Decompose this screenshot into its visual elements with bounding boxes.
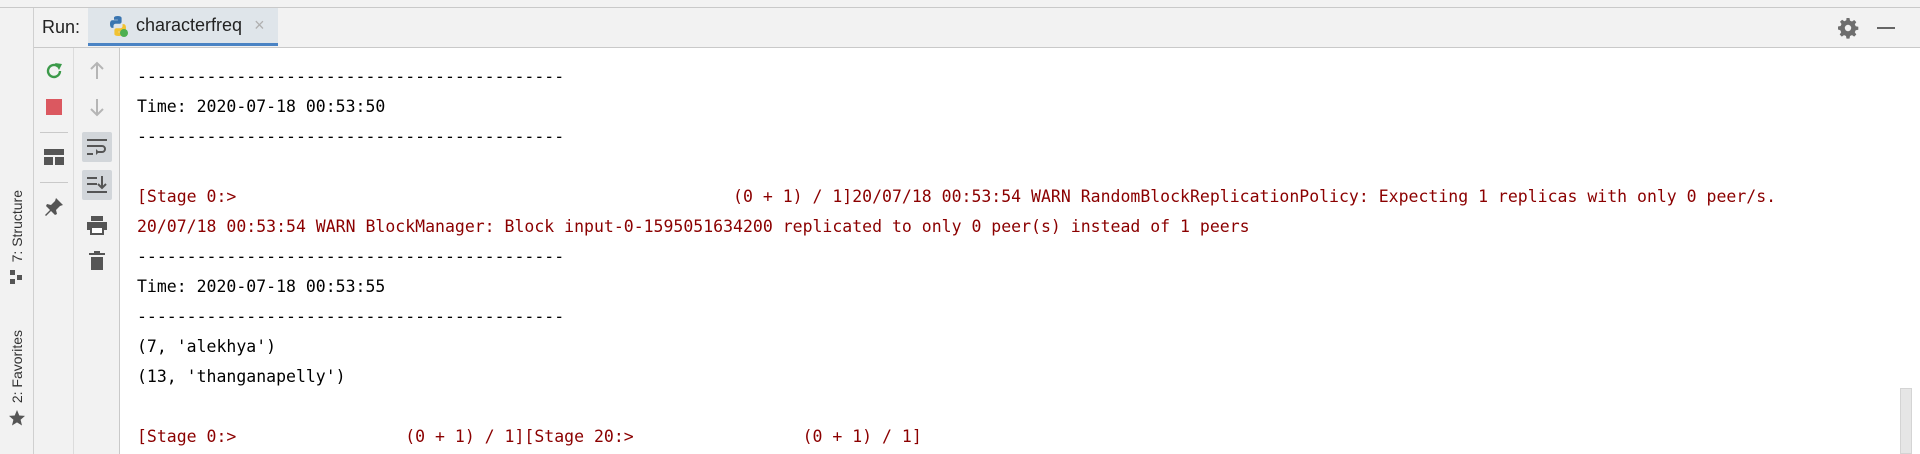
rerun-button[interactable]: [39, 56, 69, 86]
print-icon: [87, 216, 107, 235]
trash-icon: [89, 251, 105, 270]
favorites-tab-label: 2: Favorites: [9, 330, 25, 404]
run-panel-header: Run: characterfreq ×: [34, 8, 1920, 48]
pin-icon: [45, 198, 63, 216]
toolbar-separator: [40, 132, 68, 133]
star-icon: [9, 410, 25, 426]
console-line: ----------------------------------------…: [137, 127, 565, 146]
console-warn-line: 20/07/18 00:53:54 WARN BlockManager: Blo…: [137, 217, 1250, 236]
run-toolbar-secondary: [74, 48, 120, 454]
stop-button[interactable]: [39, 92, 69, 122]
console-line: ----------------------------------------…: [137, 247, 565, 266]
console-warn-line: [Stage 0:> (0 + 1) / 1][Stage 20:> (0 + …: [137, 427, 922, 446]
scroll-to-end-button[interactable]: [82, 170, 112, 200]
pin-tab-button[interactable]: [39, 192, 69, 222]
minimize-icon[interactable]: [1874, 16, 1898, 40]
structure-icon: [10, 270, 22, 285]
structure-tool-tab[interactable]: 7: Structure: [4, 190, 30, 286]
print-button[interactable]: [82, 210, 112, 240]
top-strip: [0, 0, 1920, 8]
layout-icon: [44, 149, 64, 165]
close-icon[interactable]: ×: [254, 15, 265, 36]
console-line: ----------------------------------------…: [137, 307, 565, 326]
console-line: (13, 'thanganapelly'): [137, 367, 346, 386]
python-icon: [110, 15, 128, 37]
console-warn-line: [Stage 0:> (0 + 1) / 1]20/07/18 00:53:54…: [137, 187, 1777, 206]
run-label: Run:: [42, 17, 81, 37]
structure-tab-label: 7: Structure: [9, 190, 25, 263]
next-occurrence-button[interactable]: [82, 92, 112, 122]
left-tool-window-stripe: 7: Structure 2: Favorites: [0, 8, 34, 454]
previous-occurrence-button[interactable]: [82, 56, 112, 86]
run-tab-characterfreq[interactable]: characterfreq ×: [88, 8, 278, 46]
arrow-down-icon: [90, 99, 104, 117]
run-tab-title: characterfreq: [136, 15, 243, 35]
soft-wrap-icon: [87, 139, 107, 155]
console-line: ----------------------------------------…: [137, 67, 565, 86]
run-toolbar-primary: [34, 48, 74, 454]
gear-icon[interactable]: [1836, 16, 1860, 40]
vertical-scrollbar-thumb[interactable]: [1900, 388, 1912, 454]
rerun-icon: [46, 63, 62, 79]
arrow-up-icon: [90, 61, 104, 79]
console-line: (7, 'alekhya'): [137, 337, 277, 356]
soft-wrap-button[interactable]: [82, 132, 112, 162]
clear-all-button[interactable]: [82, 246, 112, 276]
favorites-tool-tab[interactable]: 2: Favorites: [4, 330, 30, 427]
scroll-to-end-icon: [87, 176, 107, 193]
stop-icon: [46, 99, 62, 115]
console-line: Time: 2020-07-18 00:53:55: [137, 277, 386, 296]
restore-layout-button[interactable]: [39, 142, 69, 172]
console-line: Time: 2020-07-18 00:53:50: [137, 97, 386, 116]
console-output[interactable]: ----------------------------------------…: [120, 48, 1920, 454]
toolbar-separator: [40, 182, 68, 183]
